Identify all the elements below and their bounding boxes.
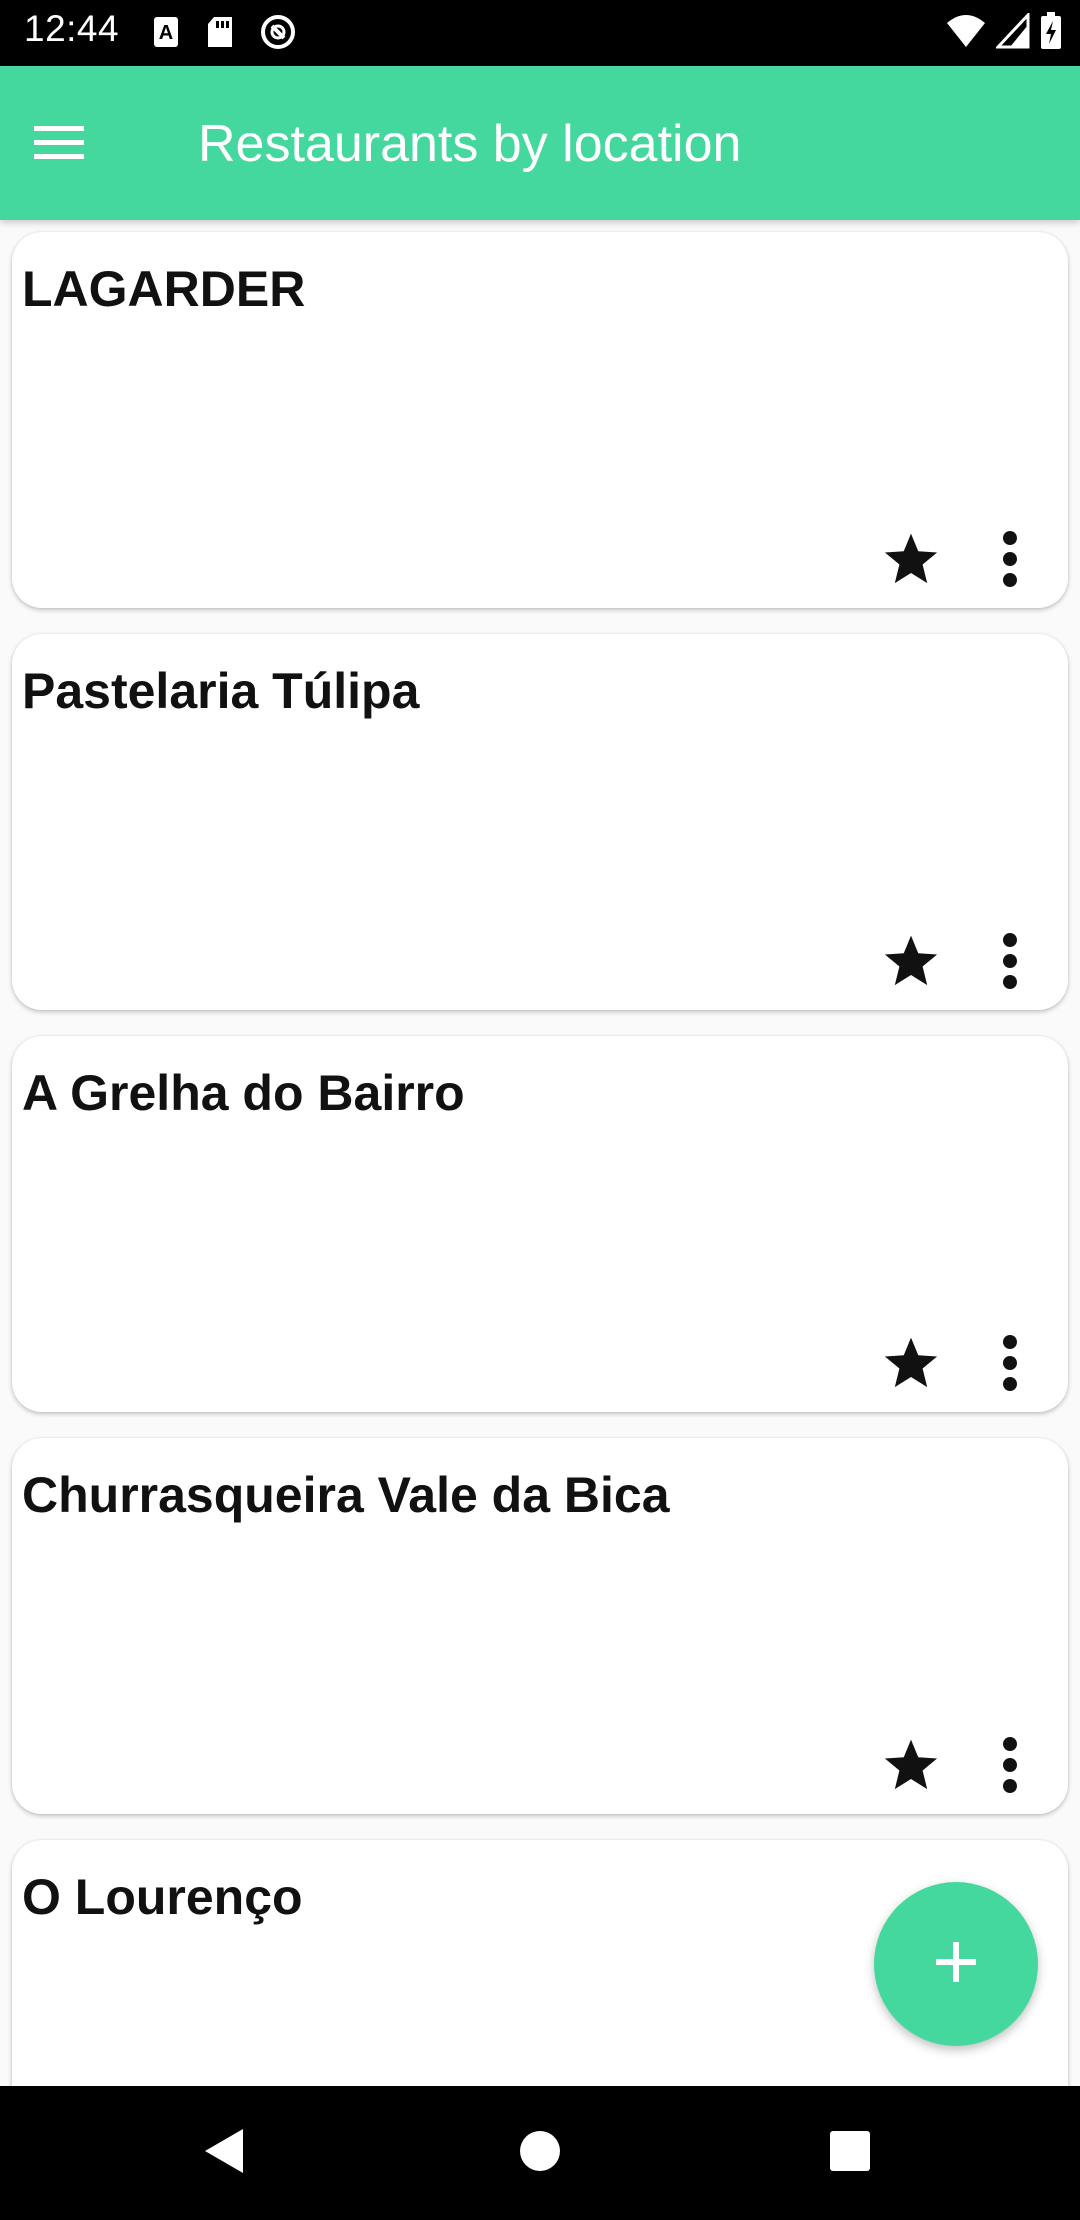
restaurant-name: A Grelha do Bairro: [22, 1065, 465, 1121]
cell-signal-icon: [994, 11, 1030, 54]
restaurant-name: Churrasqueira Vale da Bica: [22, 1467, 670, 1523]
favorite-button[interactable]: [878, 1734, 944, 1800]
nav-home-button[interactable]: [505, 2118, 575, 2188]
status-bar: 12:44 A: [0, 0, 1080, 66]
status-notification-icons: A: [152, 14, 296, 55]
back-triangle-icon: [203, 2127, 247, 2180]
more-options-button[interactable]: [990, 1734, 1030, 1800]
more-options-button[interactable]: [990, 930, 1030, 996]
nav-recents-button[interactable]: [815, 2118, 885, 2188]
restaurant-card[interactable]: Churrasqueira Vale da Bica: [12, 1438, 1068, 1814]
status-time: 12:44: [24, 8, 120, 49]
more-vertical-icon: [1002, 1334, 1018, 1397]
star-icon: [881, 1334, 941, 1397]
system-nav-bar: [0, 2086, 1080, 2220]
restaurant-card[interactable]: A Grelha do Bairro: [12, 1036, 1068, 1412]
more-vertical-icon: [1002, 932, 1018, 995]
favorite-button[interactable]: [878, 930, 944, 996]
star-icon: [881, 1736, 941, 1799]
home-circle-icon: [518, 2129, 562, 2178]
app-bar: Restaurants by location: [0, 66, 1080, 220]
restaurant-name: LAGARDER: [22, 261, 306, 317]
wifi-icon: [946, 13, 986, 54]
menu-button[interactable]: [32, 104, 122, 184]
battery-charging-icon: [1040, 12, 1062, 55]
restaurant-name: O Lourenço: [22, 1869, 303, 1925]
more-options-button[interactable]: [990, 1332, 1030, 1398]
nav-back-button[interactable]: [190, 2118, 260, 2188]
more-vertical-icon: [1002, 530, 1018, 593]
star-icon: [881, 530, 941, 593]
status-system-icons: [946, 11, 1062, 55]
sync-circle-icon: [260, 14, 296, 55]
favorite-button[interactable]: [878, 528, 944, 594]
svg-text:A: A: [159, 22, 173, 44]
more-options-button[interactable]: [990, 528, 1030, 594]
sd-card-icon: [206, 15, 236, 54]
page-title: Restaurants by location: [198, 115, 742, 173]
restaurant-list[interactable]: LAGARDER Pastelaria Túlipa A Grelha do B…: [0, 220, 1080, 2086]
font-a-icon: A: [152, 15, 182, 54]
star-icon: [881, 932, 941, 995]
plus-icon: [934, 1940, 978, 1989]
more-vertical-icon: [1002, 1736, 1018, 1799]
hamburger-menu-icon: [32, 122, 86, 167]
recents-square-icon: [828, 2129, 872, 2178]
add-restaurant-button[interactable]: [874, 1882, 1038, 2046]
restaurant-card[interactable]: LAGARDER: [12, 232, 1068, 608]
restaurant-card[interactable]: Pastelaria Túlipa: [12, 634, 1068, 1010]
restaurant-name: Pastelaria Túlipa: [22, 663, 420, 719]
favorite-button[interactable]: [878, 1332, 944, 1398]
